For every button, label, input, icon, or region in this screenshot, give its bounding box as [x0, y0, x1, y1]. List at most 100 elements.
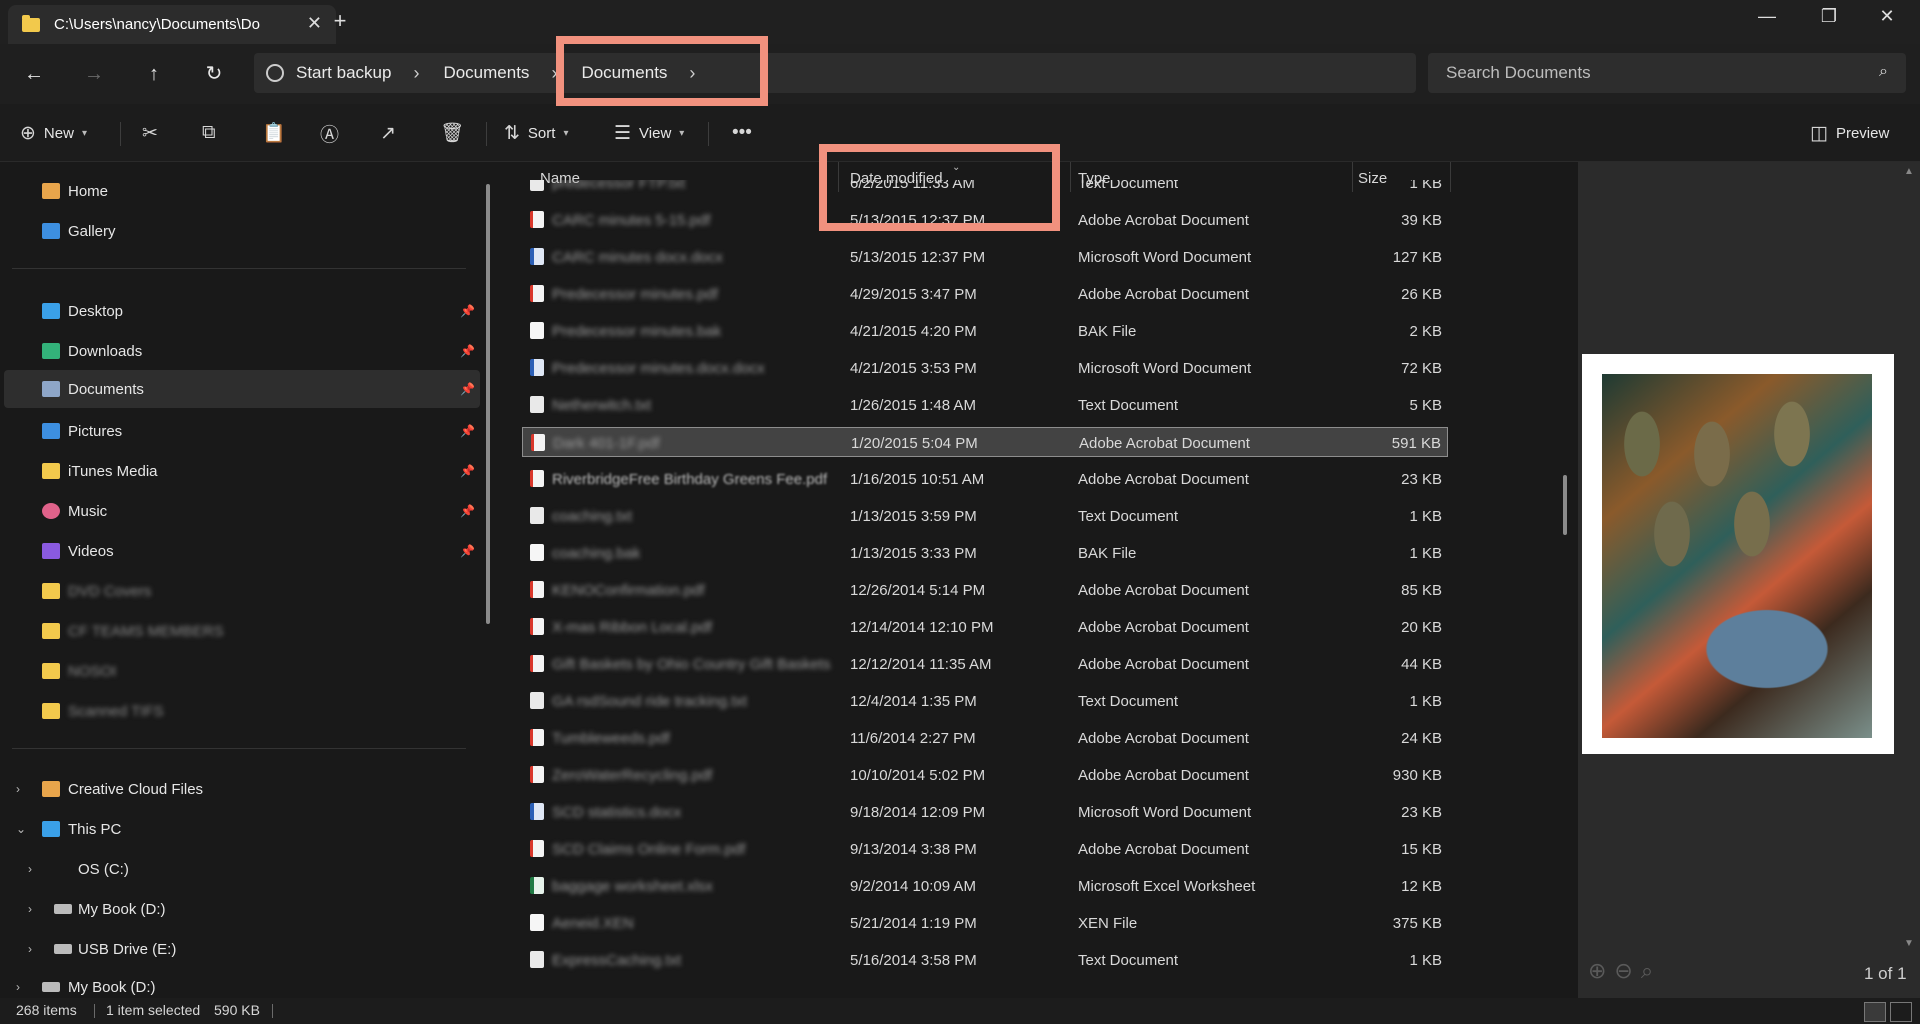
- sidebar-item-itunes-media[interactable]: iTunes Media 📌: [4, 452, 480, 490]
- sidebar-item-creative-cloud[interactable]: › Creative Cloud Files: [4, 770, 480, 808]
- sidebar-item-folder[interactable]: CF TEAMS MEMBERS: [4, 612, 480, 650]
- rename-button[interactable]: Ⓐ: [320, 118, 339, 148]
- sidebar-scrollbar[interactable]: [486, 184, 490, 624]
- sidebar-item-documents[interactable]: Documents 📌: [4, 370, 480, 408]
- sidebar-item-folder[interactable]: NOSOI: [4, 652, 480, 690]
- share-button[interactable]: ↗: [380, 118, 396, 148]
- pin-icon[interactable]: 📌: [460, 304, 475, 318]
- sidebar-item-this-pc[interactable]: ⌄ This PC: [4, 810, 480, 848]
- breadcrumb-start-backup[interactable]: Start backup: [296, 63, 391, 83]
- pin-icon[interactable]: 📌: [460, 382, 475, 396]
- file-row[interactable]: GA rsdSound ride tracking.txt 12/4/2014 1…: [522, 686, 1448, 716]
- file-row[interactable]: CARC minutes 5-15.pdf 5/13/2015 12:37 PM A…: [522, 205, 1448, 235]
- file-row[interactable]: Predecessor minutes.docx.docx 4/21/2015 3…: [522, 353, 1448, 383]
- file-row[interactable]: coaching.bak 1/13/2015 3:33 PM BAK File 1 K…: [522, 538, 1448, 568]
- scroll-down-arrow-icon[interactable]: ▼: [1904, 938, 1914, 949]
- file-row[interactable]: predecessor FTP.txt 6/2/2015 11:33 AM Text…: [522, 180, 1448, 198]
- pdf-file-icon: [530, 729, 544, 746]
- file-name: Predecessor minutes.pdf: [552, 286, 718, 303]
- sidebar-item-folder[interactable]: Scanned TIFS: [4, 692, 480, 730]
- file-row[interactable]: X-mas Ribbon Local.pdf 12/14/2014 12:10 P…: [522, 612, 1448, 642]
- sidebar-item-home[interactable]: Home: [4, 172, 480, 210]
- file-list-scrollbar[interactable]: [1563, 475, 1567, 535]
- sidebar-item-folder[interactable]: DVD Covers: [4, 572, 480, 610]
- cut-button[interactable]: ✂: [142, 118, 158, 148]
- tab-close-button[interactable]: ✕: [307, 13, 322, 34]
- sidebar-item-gallery[interactable]: Gallery: [4, 212, 480, 250]
- file-row[interactable]: Gift Baskets by Ohio Country Gift Basket…: [522, 649, 1448, 679]
- copy-button[interactable]: ⧉: [202, 118, 216, 148]
- expand-chevron-icon[interactable]: ›: [16, 980, 20, 994]
- sidebar-item-my-book-d-2[interactable]: › My Book (D:): [4, 968, 480, 998]
- file-row[interactable]: coaching.txt 1/13/2015 3:59 PM Text Docume…: [522, 501, 1448, 531]
- expand-chevron-icon[interactable]: ›: [28, 942, 32, 956]
- tiles-view-toggle[interactable]: [1890, 1002, 1912, 1022]
- sidebar-item-label: Home: [68, 182, 109, 200]
- pin-icon[interactable]: 📌: [460, 344, 475, 358]
- file-row[interactable]: Netherwitch.txt 1/26/2015 1:48 AM Text Doc…: [522, 390, 1448, 420]
- back-button[interactable]: ←: [18, 58, 50, 90]
- sidebar-item-music[interactable]: Music 📌: [4, 492, 480, 530]
- creative-cloud-icon: [42, 781, 60, 797]
- new-tab-button[interactable]: +: [330, 8, 350, 34]
- breadcrumb-separator[interactable]: ›: [413, 63, 419, 84]
- view-button[interactable]: ☰ View ▾: [614, 118, 684, 148]
- forward-button[interactable]: →: [78, 58, 110, 90]
- expand-chevron-icon[interactable]: ›: [28, 862, 32, 876]
- file-row[interactable]: SCD Claims Online Form.pdf 9/13/2014 3:38…: [522, 834, 1448, 864]
- sidebar-item-pictures[interactable]: Pictures 📌: [4, 412, 480, 450]
- file-row[interactable]: RiverbridgeFree Birthday Greens Fee.pdf 1…: [522, 464, 1448, 494]
- collapse-chevron-icon[interactable]: ⌄: [16, 822, 26, 836]
- expand-chevron-icon[interactable]: ›: [28, 902, 32, 916]
- file-row[interactable]: Tumbleweeds.pdf 11/6/2014 2:27 PM Adobe Ac…: [522, 723, 1448, 753]
- file-row[interactable]: CARC minutes docx.docx 5/13/2015 12:37 PM…: [522, 242, 1448, 272]
- more-options-button[interactable]: •••: [732, 118, 752, 148]
- delete-button[interactable]: 🗑: [440, 118, 464, 148]
- breadcrumb-separator[interactable]: ›: [689, 63, 695, 84]
- restore-button[interactable]: ❐: [1806, 6, 1852, 27]
- file-row[interactable]: ZeroWaterRecycling.pdf 10/10/2014 5:02 PM…: [522, 760, 1448, 790]
- preview-toolbar-icons[interactable]: ⊕⊖⌕: [1588, 958, 1661, 984]
- music-icon: [42, 503, 60, 519]
- sidebar-item-downloads[interactable]: Downloads 📌: [4, 332, 480, 370]
- search-input[interactable]: Search Documents ⌕: [1428, 53, 1906, 93]
- sort-button[interactable]: ⇅ Sort ▾: [504, 118, 568, 148]
- refresh-button[interactable]: ↻: [198, 58, 230, 90]
- file-row[interactable]: Predecessor minutes.bak 4/21/2015 4:20 PM…: [522, 316, 1448, 346]
- breadcrumb-separator[interactable]: ›: [551, 63, 557, 84]
- file-name: Predecessor minutes.docx.docx: [552, 360, 765, 377]
- up-button[interactable]: ↑: [138, 58, 170, 90]
- file-row[interactable]: SCD statistics.docx 9/18/2014 12:09 PM Mic…: [522, 797, 1448, 827]
- breadcrumb-documents[interactable]: Documents: [443, 63, 529, 83]
- address-bar[interactable]: Start backup › Documents › Documents ›: [254, 53, 1416, 93]
- pin-icon[interactable]: 📌: [460, 544, 475, 558]
- sidebar-item-label: Videos: [68, 542, 114, 560]
- pin-icon[interactable]: 📌: [460, 464, 475, 478]
- details-view-toggle[interactable]: [1864, 1002, 1886, 1022]
- expand-chevron-icon[interactable]: ›: [16, 782, 20, 796]
- breadcrumb-documents-current[interactable]: Documents: [581, 63, 667, 83]
- sidebar-item-videos[interactable]: Videos 📌: [4, 532, 480, 570]
- file-row[interactable]: KENOConfirmation.pdf 12/26/2014 5:14 PM Ad…: [522, 575, 1448, 605]
- sidebar-item-desktop[interactable]: Desktop 📌: [4, 292, 480, 330]
- file-row[interactable]: Aeneid.XEN 5/21/2014 1:19 PM XEN File 375 K…: [522, 908, 1448, 938]
- file-row[interactable]: Predecessor minutes.pdf 4/29/2015 3:47 PM…: [522, 279, 1448, 309]
- scroll-up-arrow-icon[interactable]: ▲: [1904, 166, 1914, 177]
- file-row[interactable]: ExpressCaching.txt 5/16/2014 3:58 PM Text …: [522, 945, 1448, 975]
- sidebar-item-my-book-d[interactable]: › My Book (D:): [4, 890, 480, 928]
- sidebar-item-os-c[interactable]: › OS (C:): [4, 850, 480, 888]
- close-window-button[interactable]: ✕: [1864, 6, 1910, 27]
- minimize-button[interactable]: —: [1744, 6, 1790, 27]
- txt-file-icon: [530, 180, 544, 191]
- file-row[interactable]: Dark 401-1F.pdf 1/20/2015 5:04 PM Adobe Ac…: [522, 427, 1448, 457]
- preview-button[interactable]: ◫ Preview: [1810, 118, 1889, 148]
- file-size: 1 KB: [1409, 508, 1442, 525]
- file-row[interactable]: baggage worksheet.xlsx 9/2/2014 10:09 AM M…: [522, 871, 1448, 901]
- window-tab[interactable]: C:\Users\nancy\Documents\Do ✕: [8, 5, 336, 44]
- pin-icon[interactable]: 📌: [460, 424, 475, 438]
- folder-icon: [42, 463, 60, 479]
- sidebar-item-usb-drive-e[interactable]: › USB Drive (E:): [4, 930, 480, 968]
- paste-button[interactable]: 📋: [262, 118, 286, 148]
- pin-icon[interactable]: 📌: [460, 504, 475, 518]
- new-button[interactable]: ⊕ New ▾: [20, 118, 87, 148]
